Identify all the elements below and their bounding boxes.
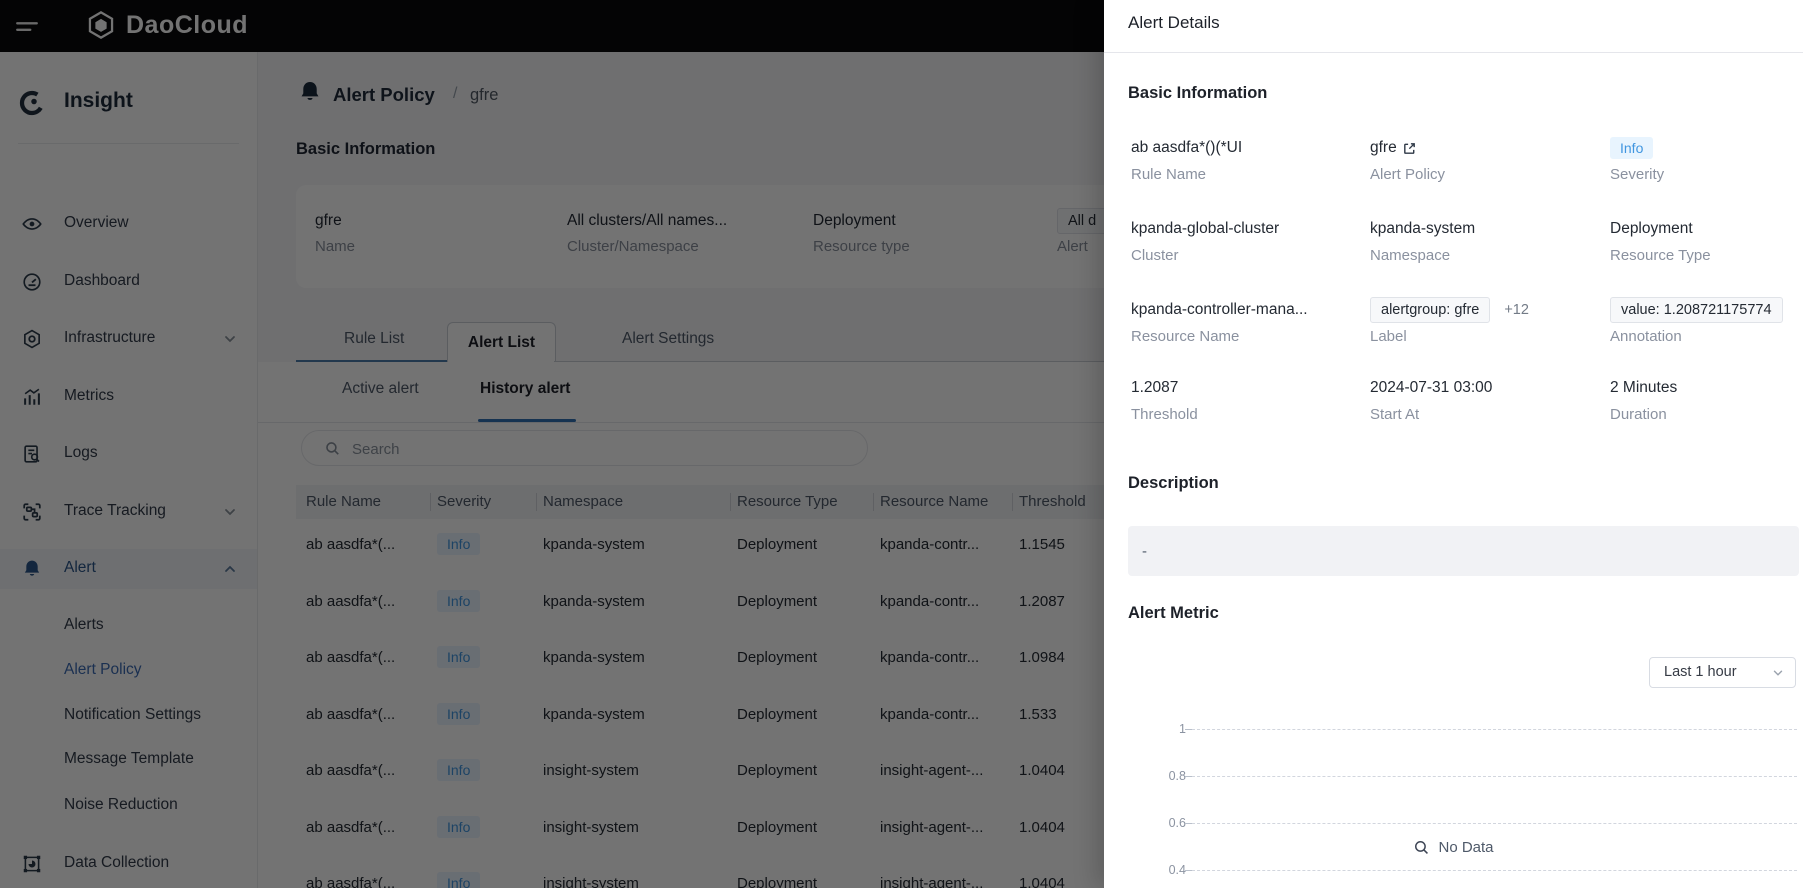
chart-gridline (1185, 776, 1797, 777)
label-chip: alertgroup: gfre (1370, 297, 1491, 323)
drawer-title: Alert Details (1128, 13, 1220, 32)
drawer-divider (1104, 52, 1803, 53)
field-value: kpanda-global-cluster (1131, 220, 1280, 237)
field-value: kpanda-system (1370, 220, 1476, 237)
field-label: Resource Name (1131, 328, 1240, 345)
field-value: 2024-07-31 03:00 (1370, 379, 1493, 396)
chart-gridline (1185, 823, 1797, 824)
y-axis-tick: 1 (1179, 722, 1186, 736)
field-label: Severity (1610, 166, 1665, 183)
chart-gridline (1185, 870, 1797, 871)
description-box: - (1128, 526, 1799, 576)
field-value: ab aasdfa*()(*UI (1131, 139, 1243, 156)
modal-mask[interactable] (0, 0, 1104, 888)
detail-field-cluster: kpanda-global-cluster Cluster (1131, 216, 1279, 264)
drawer-alert-metric-title: Alert Metric (1128, 604, 1219, 622)
field-value: kpanda-controller-mana... (1131, 301, 1308, 318)
drawer-basic-information-title: Basic Information (1128, 84, 1268, 102)
chart-empty-state: No Data (1104, 836, 1803, 858)
field-label: Rule Name (1131, 166, 1207, 183)
detail-field-duration: 2 Minutes Duration (1610, 375, 1677, 423)
field-label: Threshold (1131, 406, 1198, 423)
time-range-value: Last 1 hour (1664, 664, 1737, 680)
annotation-chip: value: 1.208721175774 (1610, 297, 1783, 323)
y-axis-tick: 0.8 (1168, 769, 1186, 783)
detail-field-threshold: 1.2087 Threshold (1131, 375, 1198, 423)
field-value: 2 Minutes (1610, 379, 1678, 396)
detail-field-alert-policy: gfre Alert Policy (1370, 135, 1445, 183)
field-value: 1.2087 (1131, 379, 1179, 396)
chevron-down-icon (1771, 666, 1785, 680)
time-range-select[interactable]: Last 1 hour (1649, 657, 1796, 688)
app-root: DaoCloud Insight Overview Dashboard Infr… (0, 0, 1803, 888)
label-more-count[interactable]: +12 (1504, 302, 1529, 318)
link-text: gfre (1370, 139, 1397, 156)
alert-policy-link[interactable]: gfre (1370, 139, 1417, 157)
detail-field-start-at: 2024-07-31 03:00 Start At (1370, 375, 1492, 423)
external-link-icon (1402, 141, 1417, 156)
detail-field-resource-name: kpanda-controller-mana... Resource Name (1131, 297, 1308, 345)
detail-field-label: alertgroup: gfre +12 Label (1370, 297, 1529, 345)
detail-field-rule-name: ab aasdfa*()(*UI Rule Name (1131, 135, 1242, 183)
field-label: Resource Type (1610, 247, 1711, 264)
field-label: Alert Policy (1370, 166, 1446, 183)
field-value: Deployment (1610, 220, 1693, 237)
detail-field-resource-type: Deployment Resource Type (1610, 216, 1711, 264)
detail-field-severity: Info Severity (1610, 135, 1664, 183)
search-icon (1413, 839, 1430, 856)
field-label: Label (1370, 328, 1407, 345)
no-data-label: No Data (1438, 838, 1494, 856)
field-label: Duration (1610, 406, 1667, 423)
field-label: Cluster (1131, 247, 1179, 264)
y-axis-tick: 0.6 (1168, 816, 1186, 830)
severity-badge: Info (1610, 137, 1654, 159)
field-label: Start At (1370, 406, 1420, 423)
detail-field-annotation: value: 1.208721175774 Annotation (1610, 297, 1783, 345)
drawer-description-title: Description (1128, 474, 1219, 492)
alert-details-drawer: Alert Details Basic Information ab aasdf… (1104, 0, 1803, 888)
y-axis-tick: 0.4 (1168, 863, 1186, 877)
detail-field-namespace: kpanda-system Namespace (1370, 216, 1475, 264)
field-label: Annotation (1610, 328, 1682, 345)
field-label: Namespace (1370, 247, 1451, 264)
chart-gridline (1185, 729, 1797, 730)
